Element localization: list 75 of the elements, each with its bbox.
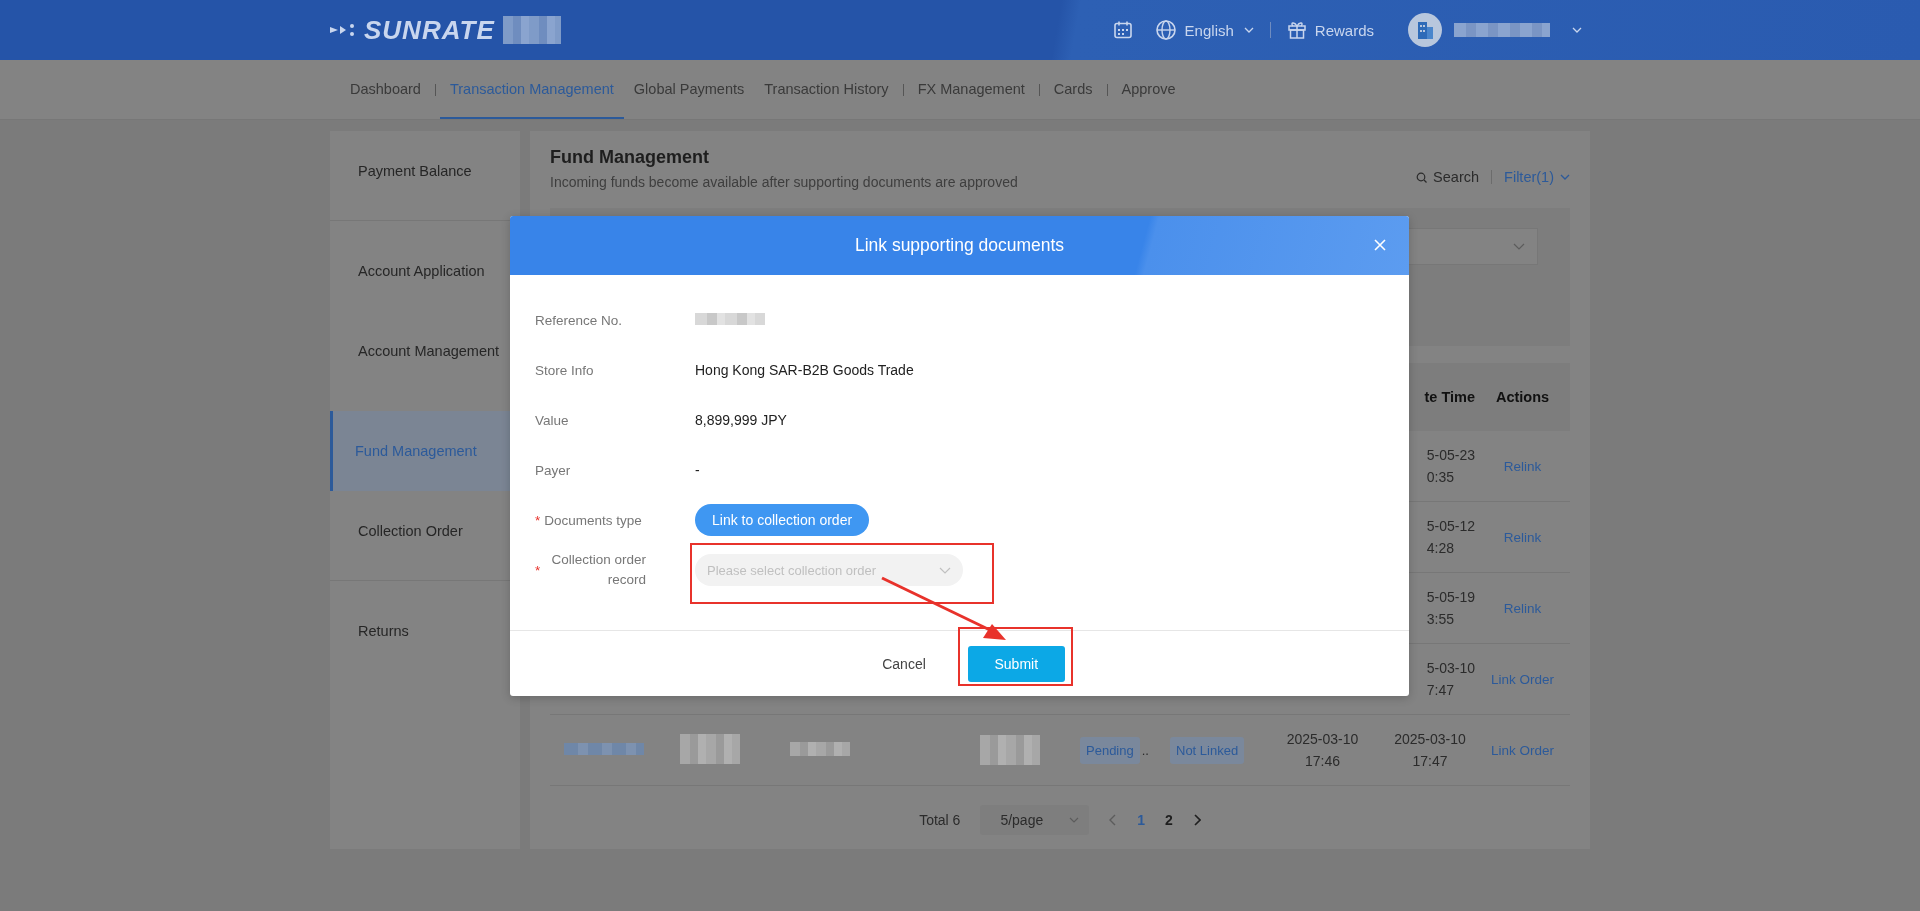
- column-header: te Time: [1424, 388, 1475, 407]
- avatar-icon[interactable]: [1408, 13, 1442, 47]
- ellipsis-text: ..: [1141, 742, 1149, 758]
- table-cell-text: 5-05-23: [1426, 446, 1475, 465]
- nav-tab[interactable]: FX Management: [907, 60, 1035, 119]
- field-value: Hong Kong SAR-B2B Goods Trade: [695, 362, 914, 378]
- field-value: 8,899,999 JPY: [695, 412, 787, 428]
- close-icon[interactable]: [1374, 239, 1386, 251]
- table-cell-text: 4:28: [1426, 539, 1454, 558]
- language-selector[interactable]: English: [1154, 19, 1254, 41]
- blurred-text: [680, 733, 740, 764]
- required-mark: *: [535, 512, 541, 528]
- table-cell-text: 2025-03-10: [1394, 730, 1466, 749]
- table-cell-text: 3:55: [1426, 610, 1454, 629]
- filter-link[interactable]: Filter(1): [1504, 169, 1570, 185]
- rewards-link[interactable]: Rewards: [1286, 20, 1374, 40]
- field-label: Value: [535, 412, 569, 428]
- submit-button[interactable]: Submit: [967, 646, 1065, 682]
- chevron-down-icon: [1069, 817, 1080, 823]
- column-header: Actions: [1495, 389, 1550, 405]
- total-count: Total 6: [919, 812, 961, 828]
- table-cell-text: 5-05-19: [1426, 588, 1475, 607]
- chevron-down-icon: [939, 566, 951, 574]
- required-mark: *: [535, 562, 542, 578]
- gift-icon: [1286, 20, 1307, 40]
- nav-tab[interactable]: Dashboard: [340, 60, 431, 119]
- action-link[interactable]: Link Order: [1491, 742, 1554, 758]
- document-type-button[interactable]: Link to collection order: [695, 504, 870, 536]
- action-link[interactable]: Link Order: [1491, 671, 1554, 687]
- nav-tab[interactable]: Approve: [1111, 60, 1186, 119]
- nav-tab[interactable]: Transaction History: [754, 60, 899, 119]
- cancel-button[interactable]: Cancel: [878, 650, 930, 678]
- search-icon: [1416, 171, 1428, 183]
- table-cell-text: 17:46: [1304, 752, 1340, 771]
- action-link[interactable]: Relink: [1503, 458, 1542, 474]
- chevron-down-icon[interactable]: [1572, 27, 1582, 33]
- status-tag: Pending: [1080, 736, 1140, 764]
- chevron-right-icon[interactable]: [1192, 814, 1201, 826]
- field-label: Store Info: [535, 362, 594, 378]
- field-label: Reference No.: [535, 312, 623, 328]
- page-subtitle: Incoming funds become available after supporting documents are approved: [550, 174, 1018, 190]
- blurred-text: [980, 735, 1040, 765]
- table-cell-text: 7:47: [1426, 681, 1454, 700]
- field-label: Documents type: [544, 512, 642, 528]
- sidebar-item[interactable]: Payment Balance: [330, 131, 520, 211]
- logo-text[interactable]: SUNRATE: [364, 14, 495, 46]
- chevron-down-icon: [1560, 174, 1570, 180]
- action-link[interactable]: Relink: [1503, 529, 1542, 545]
- field-label: Payer: [535, 462, 571, 478]
- blurred-text: [790, 741, 850, 756]
- calendar-icon[interactable]: [1112, 20, 1133, 40]
- table-cell-text: 17:47: [1412, 752, 1448, 771]
- status-tag: Not Linked: [1170, 737, 1245, 764]
- table-cell-text: 5-05-12: [1426, 517, 1475, 536]
- search-link[interactable]: Search: [1416, 169, 1480, 185]
- field-value: -: [695, 462, 700, 478]
- globe-icon: [1154, 19, 1177, 41]
- chevron-down-icon: [1513, 243, 1525, 250]
- chevron-down-icon: [1243, 27, 1254, 33]
- dialog-title: Link supporting documents: [854, 235, 1065, 256]
- page-number[interactable]: 1: [1137, 812, 1146, 828]
- table-cell-text: 5-03-10: [1426, 659, 1475, 678]
- action-link[interactable]: Relink: [1503, 600, 1542, 616]
- page-title: Fund Management: [550, 147, 710, 168]
- blurred-text: [695, 313, 765, 325]
- field-label: Collection order record: [550, 551, 646, 589]
- table-cell-text: 2025-03-10: [1286, 730, 1359, 749]
- nav-tab[interactable]: Global Payments: [623, 60, 755, 119]
- nav-tab[interactable]: Transaction Management: [439, 60, 624, 119]
- table-cell-text: 0:35: [1426, 468, 1454, 487]
- logo-icon: [330, 23, 356, 37]
- page-number[interactable]: 2: [1165, 812, 1173, 828]
- page-size-select[interactable]: 5/page: [980, 805, 1090, 835]
- blurred-text: [502, 16, 561, 44]
- nav-tab[interactable]: Cards: [1043, 60, 1103, 119]
